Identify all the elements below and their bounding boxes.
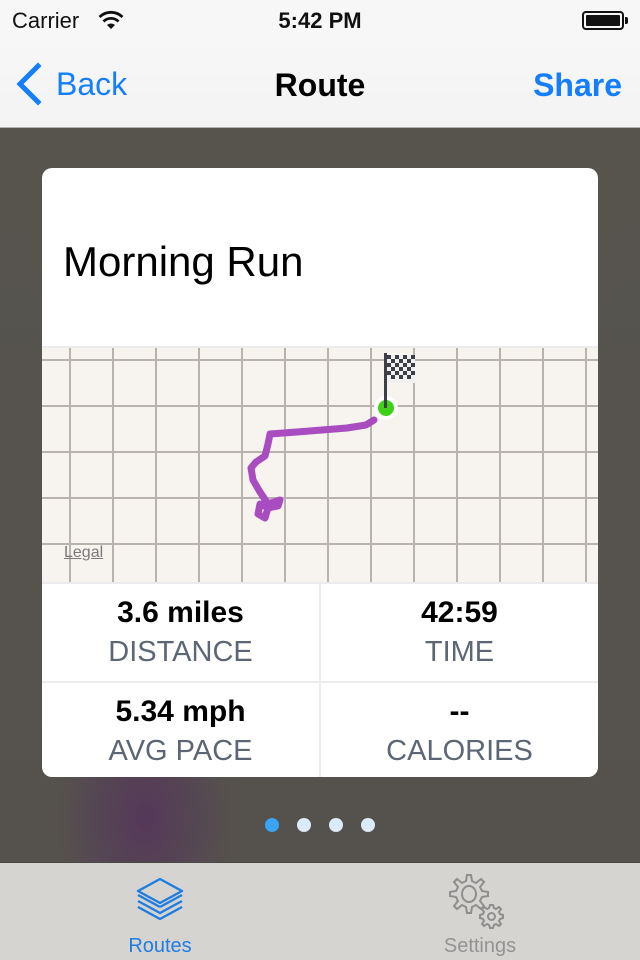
layers-icon: [136, 877, 184, 921]
stat-calories: -- CALORIES: [321, 683, 598, 777]
route-path: [247, 416, 378, 522]
route-card: Morning Run Legal 3.6 miles DISTANCE 42:…: [42, 168, 598, 777]
battery-full-icon: [582, 11, 628, 30]
gears-icon: [449, 874, 504, 929]
page-dot-2[interactable]: [297, 818, 311, 832]
share-button[interactable]: Share: [533, 67, 622, 104]
page-dot-3[interactable]: [329, 818, 343, 832]
stat-value: 5.34 mph: [115, 695, 246, 728]
tab-settings[interactable]: Settings: [320, 863, 640, 960]
map-grid: [42, 348, 598, 584]
page-dot-4[interactable]: [361, 818, 375, 832]
legal-link[interactable]: Legal: [64, 544, 103, 562]
stat-distance: 3.6 miles DISTANCE: [42, 584, 319, 681]
stat-label: DISTANCE: [108, 636, 253, 668]
stat-value: 42:59: [421, 596, 498, 629]
map-canvas: [42, 348, 598, 584]
navigation-bar: Back Route Share: [0, 40, 640, 128]
stat-avg-pace: 5.34 mph AVG PACE: [42, 683, 319, 777]
tab-bar: Routes Settings: [0, 862, 640, 960]
tab-routes[interactable]: Routes: [0, 863, 320, 960]
stat-time: 42:59 TIME: [321, 584, 598, 681]
stat-label: CALORIES: [386, 735, 533, 767]
stats-divider-horizontal: [42, 681, 598, 683]
tab-label: Settings: [443, 935, 517, 957]
stat-label: TIME: [424, 636, 495, 668]
stat-value: --: [449, 695, 470, 728]
tab-label: Routes: [128, 935, 192, 957]
stats-grid: 3.6 miles DISTANCE 42:59 TIME 5.34 mph A…: [42, 582, 598, 777]
status-bar: Carrier 5:42 PM: [0, 0, 640, 40]
stat-value: 3.6 miles: [117, 596, 244, 629]
stat-label: AVG PACE: [108, 735, 253, 767]
route-title: Morning Run: [63, 238, 304, 285]
clock: 5:42 PM: [278, 8, 362, 33]
route-map[interactable]: Legal: [42, 346, 598, 584]
page-control[interactable]: [0, 818, 640, 832]
page-dot-1[interactable]: [265, 818, 279, 832]
